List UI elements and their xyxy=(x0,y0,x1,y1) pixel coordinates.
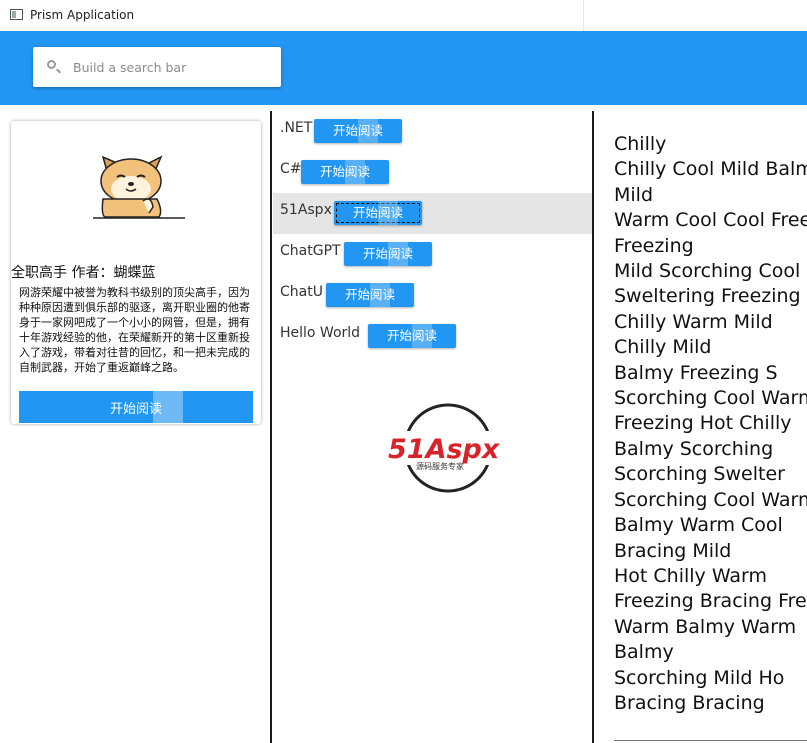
shiba-dog-illustration xyxy=(93,155,185,219)
start-reading-label: 开始阅读 xyxy=(386,328,437,343)
text-line: Scorching Swelter xyxy=(614,463,785,486)
text-line: Bracing Mild xyxy=(614,539,732,562)
window-title: Prism Application xyxy=(30,8,135,22)
text-line: Scorching Cool Warm xyxy=(614,488,807,511)
text-line: Warm Balmy Warm xyxy=(614,615,797,638)
search-bar[interactable] xyxy=(33,47,281,87)
text-line: Sweltering Freezing xyxy=(614,285,801,308)
start-reading-button[interactable]: 开始阅读 xyxy=(326,283,414,307)
text-line: Mild Scorching Cool xyxy=(614,260,801,283)
header-bar xyxy=(0,31,807,105)
list-item-name: C# xyxy=(280,161,302,177)
text-line: Chilly Cool Mild Balmy xyxy=(614,158,807,181)
list-item-name: ChatGPT xyxy=(280,243,341,259)
title-bar: Prism Application xyxy=(0,0,807,31)
start-reading-label: 开始阅读 xyxy=(362,246,413,261)
start-reading-button[interactable]: 开始阅读 xyxy=(344,242,432,266)
start-reading-button[interactable]: 开始阅读 xyxy=(314,119,402,143)
right-panel-divider xyxy=(592,111,594,743)
text-line: Scorching Mild Ho xyxy=(614,666,785,689)
text-line: Warm Cool Cool Freezing xyxy=(614,209,807,232)
text-line: Scorching Cool Warm xyxy=(614,387,807,410)
text-line: Balmy Freezing S xyxy=(614,361,778,384)
search-icon xyxy=(47,60,56,69)
start-reading-label: 开始阅读 xyxy=(352,205,403,220)
text-line: Freezing Bracing Fre xyxy=(614,590,807,613)
text-line: Hot Chilly Warm xyxy=(614,564,768,587)
51aspx-logo: 51Aspx 源码服务专家 xyxy=(386,403,512,493)
text-line: Balmy Scorching xyxy=(614,437,774,460)
text-line: Freezing xyxy=(614,234,694,257)
start-reading-button[interactable]: 开始阅读 xyxy=(334,201,422,225)
list-item-name: .NET xyxy=(280,120,313,136)
list-item[interactable]: C# 开始阅读 xyxy=(273,152,592,193)
logo-tagline: 源码服务专家 xyxy=(416,461,464,471)
book-title: 全职高手 作者：蝴蝶蓝 xyxy=(11,265,156,281)
list-item-selected[interactable]: 51Aspx 开始阅读 xyxy=(273,193,592,234)
start-reading-label: 开始阅读 xyxy=(332,123,383,138)
logo-brand: 51Aspx xyxy=(388,434,501,465)
text-line: Chilly Mild xyxy=(614,336,712,359)
start-reading-label: 开始阅读 xyxy=(344,287,395,302)
list-item[interactable]: ChatU 开始阅读 xyxy=(273,275,592,316)
search-input[interactable] xyxy=(73,47,273,87)
list-item-name: Hello World xyxy=(280,325,361,341)
list-item[interactable]: ChatGPT 开始阅读 xyxy=(273,234,592,275)
window-icon xyxy=(10,9,23,20)
title-bar-right-area xyxy=(583,0,807,31)
text-line: Balmy xyxy=(614,641,674,664)
start-reading-button[interactable]: 开始阅读 xyxy=(19,391,253,423)
left-panel-divider xyxy=(270,111,272,743)
book-description: 网游荣耀中被誉为教科书级别的顶尖高手，因为种种原因遭到俱乐部的驱逐，离开职业圈的… xyxy=(19,286,250,374)
text-line: Mild xyxy=(614,183,654,206)
text-line: Bracing Bracing xyxy=(614,691,765,714)
book-card: 全职高手 作者：蝴蝶蓝 网游荣耀中被誉为教科书级别的顶尖高手，因为种种原因遭到俱… xyxy=(11,121,261,424)
start-reading-button[interactable]: 开始阅读 xyxy=(368,324,456,348)
text-line: Chilly xyxy=(614,133,667,155)
list-item[interactable]: .NET 开始阅读 xyxy=(273,111,592,152)
list-item-name: ChatU xyxy=(280,284,323,300)
text-line: Balmy Warm Cool xyxy=(614,514,783,537)
start-reading-label: 开始阅读 xyxy=(319,164,370,179)
text-line: Chilly Warm Mild xyxy=(614,310,773,333)
weather-text-panel: Chilly Chilly Cool Mild Balmy Mild Warm Coo… xyxy=(614,132,807,732)
text-line: Freezing Hot Chilly xyxy=(614,412,792,435)
list-item-name: 51Aspx xyxy=(280,202,332,218)
start-reading-label: 开始阅读 xyxy=(109,401,162,417)
start-reading-button[interactable]: 开始阅读 xyxy=(301,160,389,184)
text-panel-bottom-border xyxy=(614,740,807,741)
list-item[interactable]: Hello World 开始阅读 xyxy=(273,316,592,357)
